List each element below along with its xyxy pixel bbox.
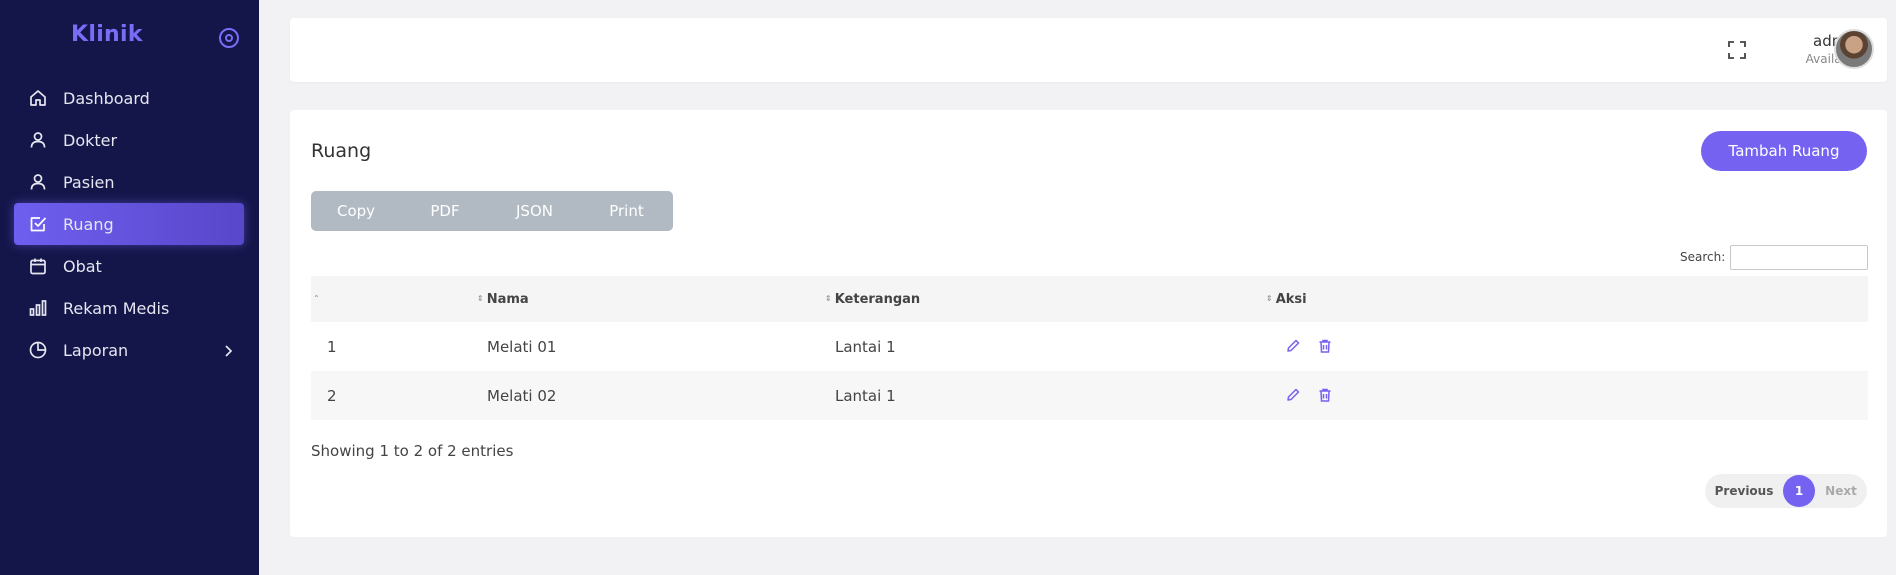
sort-icon: ⇕ [825,294,832,303]
home-icon [28,88,48,108]
add-room-button[interactable]: Tambah Ruang [1701,131,1867,171]
search-label: Search: [1680,250,1726,264]
sidebar-nav: Dashboard Dokter Pasien Ruang Obat Rekam… [14,77,244,371]
copy-button[interactable]: Copy [311,191,401,231]
sidebar-item-dashboard[interactable]: Dashboard [14,77,244,119]
sidebar-item-label: Rekam Medis [63,298,170,318]
pdf-button[interactable]: PDF [401,191,489,231]
sort-icon: ⇕ [477,294,484,303]
table-row: 2 Melati 02 Lantai 1 [311,371,1868,420]
next-page-button[interactable]: Next [1815,474,1867,508]
brand-logo[interactable]: Klinik [71,22,143,47]
sort-icon: ⌃ [313,294,320,303]
sidebar-item-label: Ruang [63,214,114,234]
sort-icon: ⇕ [1266,294,1273,303]
calendar-icon [28,256,48,276]
sidebar-item-ruang[interactable]: Ruang [14,203,244,245]
sidebar-item-label: Dokter [63,130,118,150]
bar-chart-icon [28,298,48,318]
chevron-right-icon [222,343,234,362]
column-header-keterangan[interactable]: ⇕ Keterangan [825,276,920,322]
user-icon [28,130,48,150]
pie-chart-icon [28,340,48,360]
export-button-group: Copy PDF JSON Print [311,191,673,231]
sidebar: Klinik Dashboard Dokter Pasien Ruang Oba… [0,0,259,575]
print-button[interactable]: Print [580,191,673,231]
sidebar-item-pasien[interactable]: Pasien [14,161,244,203]
page-title: Ruang [311,140,372,162]
sidebar-item-label: Obat [63,256,102,276]
sidebar-item-label: Pasien [63,172,115,192]
table-header: ⌃ ⇕ Nama ⇕ Keterangan ⇕ Aksi [311,276,1868,322]
edit-icon[interactable] [1285,387,1301,403]
sidebar-item-label: Dashboard [63,88,150,108]
sidebar-item-label: Laporan [63,340,129,360]
cell-no: 2 [327,386,337,405]
sidebar-item-rekam-medis[interactable]: Rekam Medis [14,287,244,329]
rooms-table: ⌃ ⇕ Nama ⇕ Keterangan ⇕ Aksi 1 Melati 01… [311,276,1868,420]
page-button-current[interactable]: 1 [1783,475,1815,507]
table-row: 1 Melati 01 Lantai 1 [311,322,1868,371]
delete-icon[interactable] [1317,338,1333,354]
cell-keterangan: Lantai 1 [835,337,896,356]
table-info: Showing 1 to 2 of 2 entries [311,442,514,460]
sidebar-item-dokter[interactable]: Dokter [14,119,244,161]
sidebar-item-obat[interactable]: Obat [14,245,244,287]
delete-icon[interactable] [1317,387,1333,403]
edit-icon[interactable] [1285,338,1301,354]
cell-nama: Melati 02 [487,386,557,405]
checkbox-icon [28,214,48,234]
json-button[interactable]: JSON [489,191,580,231]
column-header-aksi[interactable]: ⇕ Aksi [1266,276,1307,322]
cell-nama: Melati 01 [487,337,557,356]
avatar[interactable] [1834,29,1874,69]
column-header-no[interactable]: ⌃ [313,276,323,322]
cell-no: 1 [327,337,337,356]
top-header: admin Available [290,18,1887,82]
cell-keterangan: Lantai 1 [835,386,896,405]
user-icon [28,172,48,192]
search-input[interactable] [1730,245,1868,270]
previous-page-button[interactable]: Previous [1705,474,1783,508]
sidebar-item-laporan[interactable]: Laporan [14,329,244,371]
pagination: Previous 1 Next [1705,474,1867,508]
column-header-nama[interactable]: ⇕ Nama [477,276,529,322]
sidebar-toggle-icon[interactable] [219,28,239,48]
fullscreen-icon[interactable] [1727,40,1747,60]
main-card: Ruang Tambah Ruang Copy PDF JSON Print S… [290,110,1887,537]
